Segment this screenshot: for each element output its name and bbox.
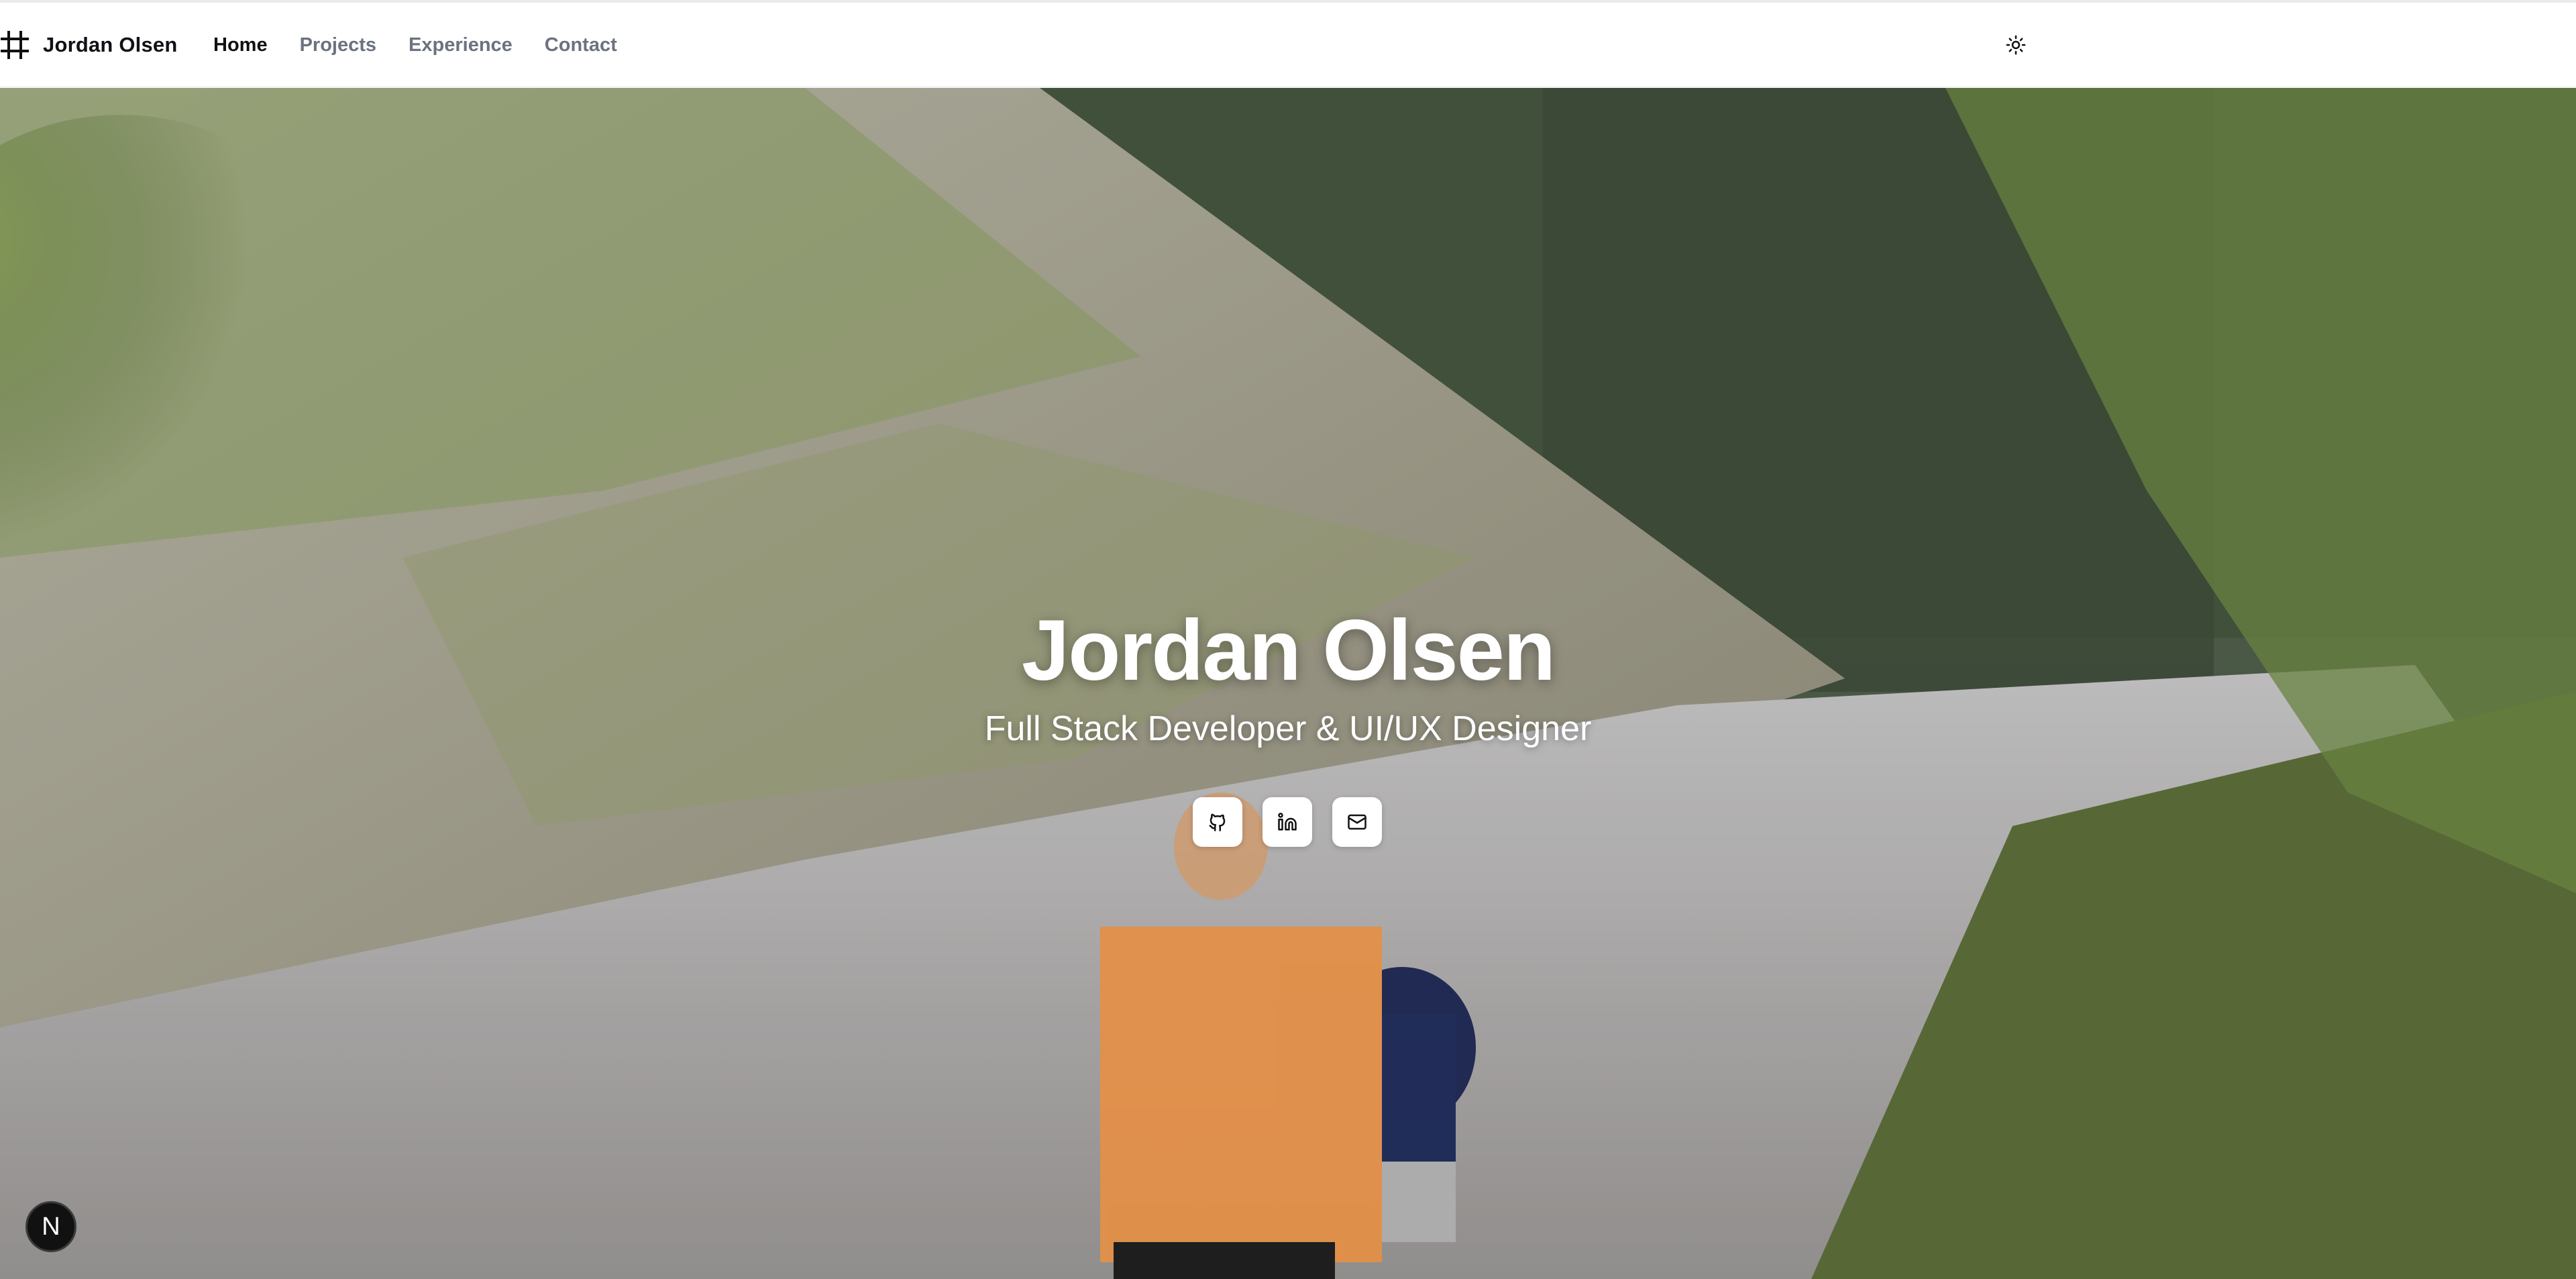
site-header: Jordan Olsen Home Projects Experience Co… [0, 3, 2576, 87]
github-icon [1209, 813, 1226, 831]
hash-grid-icon [1, 31, 29, 59]
github-button[interactable] [1193, 797, 1242, 847]
brand[interactable]: Jordan Olsen [0, 3, 178, 87]
mail-button[interactable] [1332, 797, 1382, 847]
theme-toggle-button[interactable] [2002, 31, 2030, 59]
brand-name: Jordan Olsen [43, 33, 178, 56]
mail-icon [1348, 814, 1366, 830]
main-nav: Home Projects Experience Contact [213, 3, 649, 87]
nextjs-dev-badge[interactable]: N [25, 1201, 76, 1252]
linkedin-button[interactable] [1263, 797, 1312, 847]
linkedin-icon [1278, 813, 1297, 831]
nav-projects[interactable]: Projects [300, 34, 376, 56]
hero-subtitle: Full Stack Developer & UI/UX Designer [984, 709, 1592, 748]
badge-letter: N [42, 1212, 60, 1241]
hero-section: Jordan Olsen Full Stack Developer & UI/U… [0, 88, 2576, 1279]
nav-home[interactable]: Home [213, 34, 268, 56]
social-links [1193, 797, 1382, 847]
hero-title: Jordan Olsen [1022, 603, 1556, 699]
nav-experience[interactable]: Experience [409, 34, 513, 56]
sun-icon [2006, 35, 2026, 55]
nav-contact[interactable]: Contact [545, 34, 617, 56]
